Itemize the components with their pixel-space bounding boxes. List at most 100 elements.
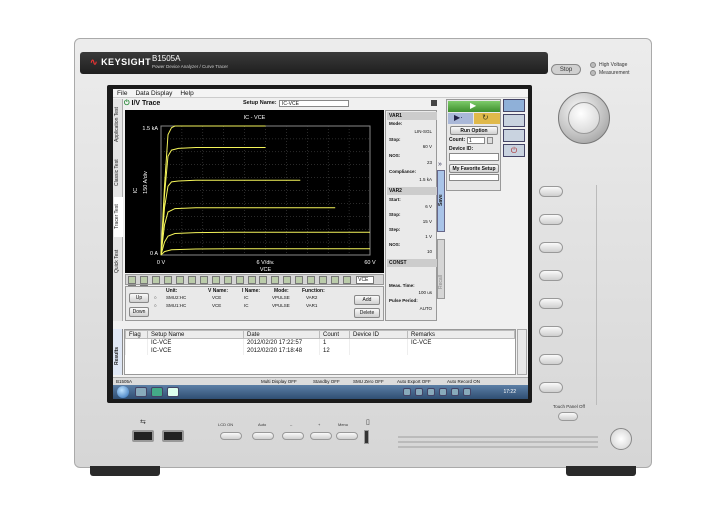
recall-bar[interactable]: Recall xyxy=(437,239,445,299)
stop-button[interactable]: Stop xyxy=(551,64,581,75)
unit-row[interactable]: ○ SMU1:HC VCE IC VPULSE VAR1 xyxy=(154,303,334,310)
grid-tool-icon[interactable] xyxy=(199,276,208,284)
zoom-display-icon[interactable] xyxy=(503,114,525,127)
lcd-on-button[interactable] xyxy=(220,432,242,440)
touch-panel-off-button[interactable] xyxy=(558,412,578,421)
run-button[interactable]: ▶ xyxy=(448,101,500,112)
pulse-period-value[interactable]: AUTO xyxy=(420,306,432,311)
results-scrollbar[interactable] xyxy=(517,329,527,375)
storage-slot[interactable] xyxy=(364,430,369,444)
col-remarks[interactable]: Remarks xyxy=(407,330,515,339)
cursor-tool-icon[interactable] xyxy=(128,276,136,284)
softkey-8[interactable] xyxy=(539,382,563,393)
softkey-3[interactable] xyxy=(539,242,563,253)
scale-tool-icon[interactable] xyxy=(163,276,172,284)
expand-icon[interactable]: » xyxy=(438,161,442,168)
count-stepper[interactable] xyxy=(487,137,493,144)
softkey-7[interactable] xyxy=(539,354,563,365)
power-button[interactable] xyxy=(610,428,632,450)
explorer-icon[interactable] xyxy=(135,387,147,397)
var2-start-value[interactable]: 6 V xyxy=(425,204,432,209)
clear-tool-icon[interactable] xyxy=(271,276,280,284)
table-row[interactable]: IC-VCE 2012/02/20 17:18:48 12 xyxy=(125,346,515,355)
col-device-id[interactable]: Device ID xyxy=(349,330,408,339)
settings-tool-icon[interactable] xyxy=(259,276,268,284)
tray-icon[interactable] xyxy=(439,388,447,396)
tools-icon[interactable] xyxy=(307,276,316,284)
col-date[interactable]: Date xyxy=(243,330,320,339)
single-run-button[interactable]: ▶· xyxy=(448,113,473,124)
line-tool-icon[interactable] xyxy=(187,276,196,284)
marker-tool-icon[interactable] xyxy=(139,276,148,284)
var2-nos-value[interactable]: 10 xyxy=(427,249,432,254)
tab-tracer-test[interactable]: Tracer Test xyxy=(114,197,123,237)
favorite-dropdown[interactable] xyxy=(449,174,499,181)
count-input[interactable]: 1 xyxy=(467,137,485,144)
delete-button[interactable]: Delete xyxy=(354,308,380,318)
plus-button[interactable] xyxy=(310,432,332,440)
box-tool-icon[interactable] xyxy=(331,276,340,284)
rotary-knob-center[interactable] xyxy=(568,102,600,134)
softkey-2[interactable] xyxy=(539,214,563,225)
trace-selector[interactable]: VCE xyxy=(356,276,375,284)
table-row[interactable]: IC-VCE 2012/02/20 17:22:57 1 IC-VCE xyxy=(125,338,515,347)
save-disk-icon[interactable] xyxy=(431,100,437,106)
meas-time-value[interactable]: 100 us xyxy=(418,290,432,295)
menu-button[interactable] xyxy=(336,432,358,440)
radio-icon[interactable]: ○ xyxy=(154,295,157,300)
device-id-input[interactable] xyxy=(449,153,499,161)
softkey-4[interactable] xyxy=(539,270,563,281)
auto-button[interactable] xyxy=(252,432,274,440)
autoscale-tool-icon[interactable] xyxy=(295,276,304,284)
menu-data-display[interactable]: Data Display xyxy=(135,89,172,97)
single-display-icon[interactable] xyxy=(503,99,525,112)
browser-icon[interactable] xyxy=(151,387,163,397)
start-button[interactable] xyxy=(117,386,129,398)
results-tab[interactable]: Results xyxy=(113,329,123,375)
my-favorite-setup-button[interactable]: My Favorite Setup xyxy=(449,164,499,173)
var1-mode-value[interactable]: LIN-SGL xyxy=(414,129,432,134)
var2-step-value[interactable]: 1 V xyxy=(425,234,432,239)
var1-compliance-value[interactable]: 1.5 kA xyxy=(419,177,432,182)
zoom-tool-icon[interactable] xyxy=(151,276,160,284)
standby-icon[interactable]: ⏻ xyxy=(503,144,525,157)
tray-icon[interactable] xyxy=(427,388,435,396)
const-header[interactable]: CONST xyxy=(387,259,437,267)
var1-nos-value[interactable]: 23 xyxy=(427,160,432,165)
menu-file[interactable]: File xyxy=(117,89,127,97)
multi-display-icon[interactable] xyxy=(503,129,525,142)
add-button[interactable]: Add xyxy=(354,295,380,305)
usb-port-2[interactable] xyxy=(162,430,184,442)
x-tool-icon[interactable] xyxy=(319,276,328,284)
fit-tool-icon[interactable] xyxy=(283,276,292,284)
down-button[interactable]: Down xyxy=(129,307,149,317)
save-bar[interactable]: Save xyxy=(437,170,445,232)
repeat-button[interactable]: ↻ xyxy=(474,113,500,124)
tray-icon[interactable] xyxy=(451,388,459,396)
col-flag[interactable]: Flag xyxy=(125,330,148,339)
dual-tool-icon[interactable] xyxy=(343,276,352,284)
overlay-tool-icon[interactable] xyxy=(211,276,220,284)
var1-header[interactable]: VAR1 xyxy=(387,112,437,120)
softkey-5[interactable] xyxy=(539,298,563,309)
up-button[interactable]: Up xyxy=(129,293,149,303)
radio-icon[interactable]: ○ xyxy=(154,303,157,308)
tab-quick-test[interactable]: Quick Test xyxy=(114,241,123,281)
print-tool-icon[interactable] xyxy=(247,276,256,284)
softkey-6[interactable] xyxy=(539,326,563,337)
trace-tool-icon[interactable] xyxy=(175,276,184,284)
minus-button[interactable] xyxy=(282,432,304,440)
var2-header[interactable]: VAR2 xyxy=(387,187,437,195)
color-tool-icon[interactable] xyxy=(223,276,232,284)
setup-name-input[interactable]: IC-VCE xyxy=(279,100,349,107)
var1-stop-value[interactable]: 60 V xyxy=(423,144,432,149)
tray-icon[interactable] xyxy=(463,388,471,396)
tab-application-test[interactable]: Application Test xyxy=(114,101,123,149)
app-icon[interactable] xyxy=(167,387,179,397)
tray-icon[interactable] xyxy=(403,388,411,396)
tab-classic-test[interactable]: Classic Test xyxy=(114,153,123,193)
copy-tool-icon[interactable] xyxy=(235,276,244,284)
col-setup-name[interactable]: Setup Name xyxy=(147,330,244,339)
tray-icon[interactable] xyxy=(415,388,423,396)
col-count[interactable]: Count xyxy=(319,330,350,339)
